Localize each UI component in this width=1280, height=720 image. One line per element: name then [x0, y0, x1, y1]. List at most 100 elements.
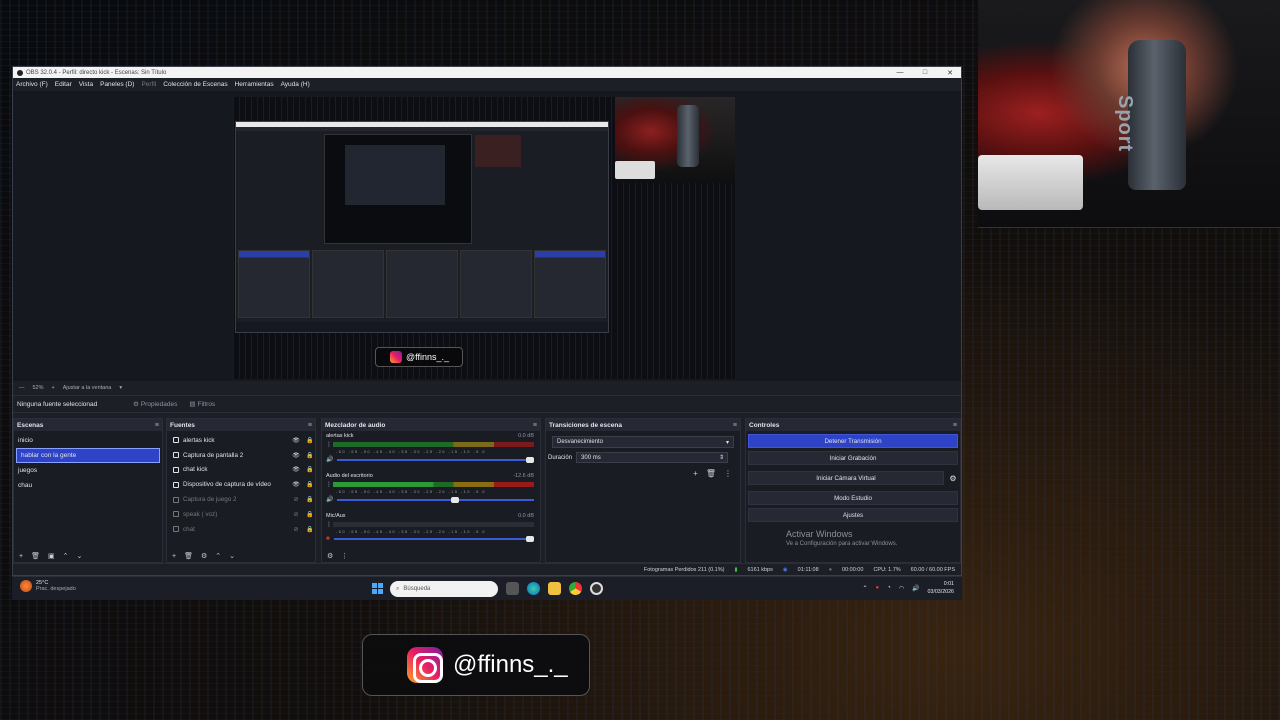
- eye-icon[interactable]: 👁: [291, 481, 301, 488]
- source-item[interactable]: alertas kick 👁 🔒: [167, 433, 315, 448]
- eye-icon[interactable]: 👁: [291, 437, 301, 444]
- menu-tools[interactable]: Herramientas: [235, 81, 274, 88]
- scene-item[interactable]: inicio: [14, 433, 162, 448]
- signal-icon: ▮: [734, 566, 738, 573]
- chevron-down-icon[interactable]: ⌄: [229, 552, 235, 560]
- chevron-up-icon[interactable]: ⌃: [63, 552, 69, 560]
- trash-icon[interactable]: 🗑: [31, 552, 40, 560]
- lock-icon[interactable]: 🔒: [305, 526, 315, 533]
- weather-widget[interactable]: 25°C Prac. despejado: [20, 580, 76, 592]
- gear-icon[interactable]: ⚙: [946, 474, 960, 483]
- more-icon[interactable]: ⋮: [326, 441, 332, 448]
- trash-icon[interactable]: 🗑: [706, 469, 716, 478]
- scene-item[interactable]: juegos: [14, 463, 162, 478]
- edge-icon[interactable]: [527, 582, 540, 595]
- more-icon[interactable]: ⋮: [724, 469, 732, 478]
- gear-icon[interactable]: ⚙: [327, 552, 333, 560]
- scene-item[interactable]: chau: [14, 478, 162, 493]
- scene-item-selected[interactable]: hablar con la gente: [16, 448, 160, 463]
- speaker-icon[interactable]: 🔊: [326, 456, 333, 463]
- eye-hidden-icon[interactable]: ⊘: [291, 526, 301, 533]
- task-view-icon[interactable]: [506, 582, 519, 595]
- dock-menu-icon[interactable]: ≡: [155, 422, 159, 429]
- dock-menu-icon[interactable]: ≡: [733, 422, 737, 429]
- virtual-camera-button[interactable]: Iniciar Cámara Virtual: [748, 471, 944, 485]
- volume-slider[interactable]: [337, 496, 534, 503]
- eye-icon[interactable]: 👁: [291, 452, 301, 459]
- transition-select[interactable]: Desvanecimiento ▾: [552, 436, 734, 448]
- volume-icon[interactable]: 🔊: [912, 585, 919, 592]
- menu-file[interactable]: Archivo (F): [16, 81, 48, 88]
- explorer-icon[interactable]: [548, 582, 561, 595]
- dock-menu-icon[interactable]: ≡: [308, 422, 312, 429]
- eye-icon[interactable]: 👁: [291, 466, 301, 473]
- filter-icon[interactable]: ▣: [48, 552, 55, 560]
- nested-preview-screenshot: [235, 121, 609, 333]
- menu-view[interactable]: Vista: [79, 81, 93, 88]
- chevron-up-icon[interactable]: ⌃: [215, 552, 221, 560]
- chevron-up-icon[interactable]: ⌃: [862, 585, 867, 592]
- maximize-button[interactable]: □: [914, 69, 936, 76]
- lock-icon[interactable]: 🔒: [305, 511, 315, 518]
- menu-edit[interactable]: Editar: [55, 81, 72, 88]
- eye-hidden-icon[interactable]: ⊘: [291, 511, 301, 518]
- wifi-icon[interactable]: ◠: [899, 585, 904, 592]
- preview-canvas[interactable]: @ffinns_._: [233, 97, 735, 379]
- fit-mode[interactable]: Ajustar a la ventana: [63, 385, 112, 391]
- preview-area[interactable]: @ffinns_._: [13, 91, 961, 381]
- more-icon[interactable]: ⋮: [326, 481, 332, 488]
- lock-icon[interactable]: 🔒: [305, 452, 315, 459]
- dock-menu-icon[interactable]: ≡: [533, 422, 537, 429]
- zoom-out-icon[interactable]: —: [19, 385, 25, 391]
- filters-button[interactable]: ▤ Filtros: [189, 400, 215, 409]
- menu-docks[interactable]: Paneles (D): [100, 81, 134, 88]
- source-item[interactable]: chat kick 👁 🔒: [167, 463, 315, 478]
- gear-icon[interactable]: ⚙: [201, 552, 207, 560]
- speaker-icon[interactable]: 🔊: [326, 496, 333, 503]
- volume-slider[interactable]: [333, 536, 534, 542]
- minimize-button[interactable]: —: [889, 69, 911, 76]
- eye-hidden-icon[interactable]: ⊘: [291, 496, 301, 503]
- clock[interactable]: 0:01 03/03/2026: [927, 580, 954, 596]
- mic-muted-icon[interactable]: ■: [326, 536, 330, 542]
- chevron-down-icon[interactable]: ⌄: [76, 552, 82, 560]
- stop-stream-button[interactable]: Detener Transmisión: [748, 434, 958, 448]
- obs-icon[interactable]: [590, 582, 603, 595]
- lock-icon[interactable]: 🔒: [305, 496, 315, 503]
- zoom-level[interactable]: 52%: [33, 385, 44, 391]
- spinner-icon[interactable]: ⇕: [719, 454, 724, 461]
- record-time: 00:00:00: [842, 566, 864, 573]
- volume-slider[interactable]: [337, 456, 534, 463]
- network-icon[interactable]: ◔: [887, 585, 891, 591]
- chrome-icon[interactable]: [569, 582, 582, 595]
- add-icon[interactable]: +: [19, 553, 23, 560]
- menu-profile[interactable]: Perfil: [141, 81, 156, 88]
- lock-icon[interactable]: 🔒: [305, 466, 315, 473]
- source-item[interactable]: speak ( voz) ⊘ 🔒: [167, 507, 315, 522]
- obs-tray-icon[interactable]: ●: [876, 585, 880, 591]
- lock-icon[interactable]: 🔒: [305, 481, 315, 488]
- windows-start-icon[interactable]: [372, 583, 383, 594]
- lock-icon[interactable]: 🔒: [305, 437, 315, 444]
- more-icon[interactable]: ⋮: [341, 552, 348, 560]
- taskbar-search[interactable]: ⌕ Búsqueda: [390, 581, 498, 597]
- source-item[interactable]: chat ⊘ 🔒: [167, 522, 315, 537]
- trash-icon[interactable]: 🗑: [184, 552, 193, 560]
- chevron-down-icon[interactable]: ▾: [119, 385, 122, 391]
- settings-button[interactable]: Ajustes: [748, 508, 958, 522]
- duration-input[interactable]: 300 ms ⇕: [576, 452, 729, 463]
- source-item[interactable]: Dispositivo de captura de vídeo 👁 🔒: [167, 477, 315, 492]
- properties-button[interactable]: ⚙ Propiedades: [133, 400, 177, 409]
- zoom-in-icon[interactable]: +: [52, 385, 55, 391]
- menu-scene-collection[interactable]: Colección de Escenas: [163, 81, 227, 88]
- dock-menu-icon[interactable]: ≡: [953, 422, 957, 429]
- source-item[interactable]: Captura de pantalla 2 👁 🔒: [167, 448, 315, 463]
- studio-mode-button[interactable]: Modo Estudio: [748, 491, 958, 505]
- close-button[interactable]: ✕: [939, 69, 961, 77]
- menu-help[interactable]: Ayuda (H): [281, 81, 310, 88]
- more-icon[interactable]: ⋮: [326, 521, 332, 528]
- start-recording-button[interactable]: Iniciar Grabación: [748, 451, 958, 465]
- source-item[interactable]: Captura de juego 2 ⊘ 🔒: [167, 492, 315, 507]
- add-icon[interactable]: +: [693, 469, 698, 478]
- add-icon[interactable]: +: [172, 553, 176, 560]
